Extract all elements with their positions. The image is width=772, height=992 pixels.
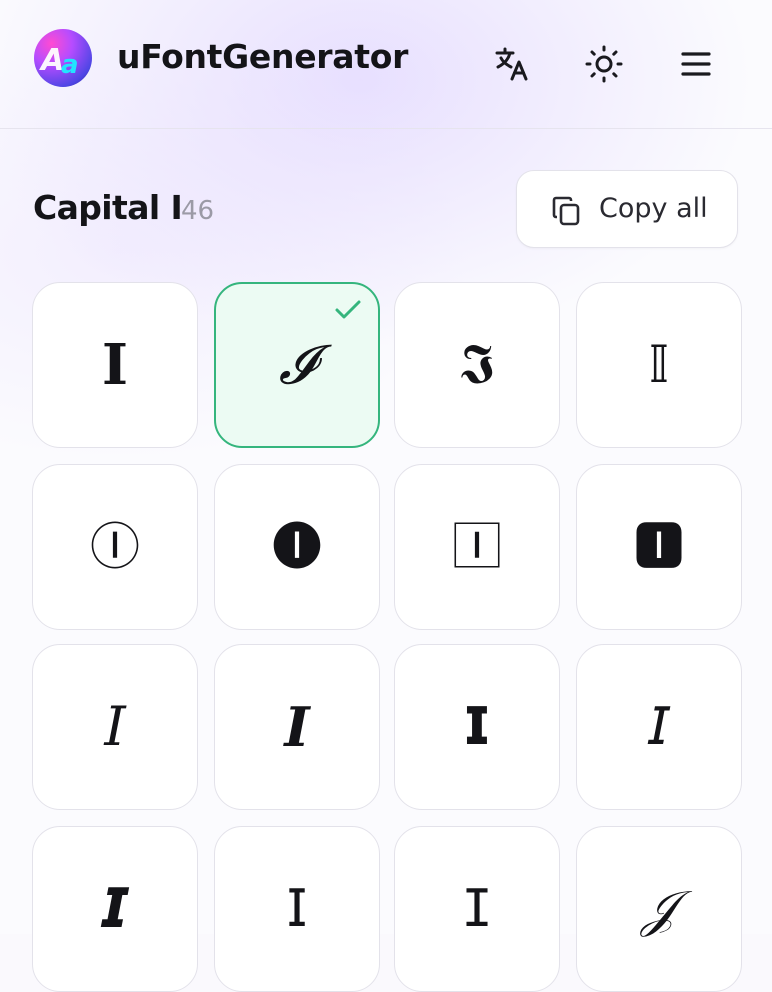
app-logo[interactable]: A a [34, 29, 92, 87]
glyph-char: Ⓘ [90, 518, 140, 576]
glyph-char: 🅸 [634, 518, 684, 576]
glyph-char: 🅘 [272, 518, 322, 576]
glyph-card[interactable]: 𝙄 [32, 826, 198, 992]
glyph-card[interactable]: 🅸 [576, 464, 742, 630]
glyph-char: 𝖨 [285, 879, 309, 939]
glyph-card[interactable]: 𝐼 [32, 644, 198, 810]
copy-all-label: Copy all [599, 193, 708, 224]
app-title[interactable]: uFontGenerator [117, 37, 408, 76]
glyph-card[interactable]: 🅘 [214, 464, 380, 630]
glyph-char: 𝑰 [284, 695, 310, 759]
glyph-card[interactable]: Ⓘ [32, 464, 198, 630]
app-header: A a uFontGenerator [0, 0, 772, 129]
glyph-card[interactable]: 𝒥 [576, 826, 742, 992]
glyph-card[interactable]: 𝖨 [214, 826, 380, 992]
glyph-char: 𝙸 [461, 879, 493, 939]
sun-icon [585, 45, 623, 83]
copy-icon [552, 196, 580, 226]
glyph-card-selected[interactable]: 𝓘 [214, 282, 380, 448]
glyph-card[interactable]: 𝙸 [394, 826, 560, 992]
glyph-char: 🄸 [452, 518, 502, 576]
menu-button[interactable] [672, 40, 720, 88]
glyph-card[interactable]: 🄸 [394, 464, 560, 630]
glyph-card[interactable]: 𝗜 [394, 644, 560, 810]
glyph-card[interactable]: 𝕴 [394, 282, 560, 448]
copy-all-button[interactable]: Copy all [516, 170, 738, 248]
check-icon [335, 300, 361, 319]
glyph-card[interactable]: 𝘐 [576, 644, 742, 810]
glyph-char: 𝗜 [463, 697, 491, 757]
translate-icon [495, 47, 528, 81]
glyph-card[interactable]: 𝑰 [214, 644, 380, 810]
glyph-char: 𝘐 [647, 697, 671, 757]
menu-icon [681, 52, 711, 76]
glyph-char: 𝐈 [101, 332, 129, 398]
glyph-char: 𝐼 [104, 695, 126, 758]
glyph-card[interactable]: 𝕀 [576, 282, 742, 448]
theme-toggle-button[interactable] [580, 40, 628, 88]
section-title: Capital I [33, 188, 183, 227]
language-button[interactable] [488, 40, 536, 88]
glyph-char: 𝓘 [278, 333, 316, 396]
glyph-char: 𝙄 [101, 877, 129, 940]
glyph-char: 𝕀 [648, 335, 670, 395]
glyph-card[interactable]: 𝐈 [32, 282, 198, 448]
section-count: 46 [181, 196, 215, 226]
logo-aa-icon: A a [39, 43, 79, 80]
svg-text:a: a [61, 50, 79, 80]
glyph-char: 𝕴 [459, 332, 495, 397]
glyph-char: 𝒥 [641, 880, 677, 938]
